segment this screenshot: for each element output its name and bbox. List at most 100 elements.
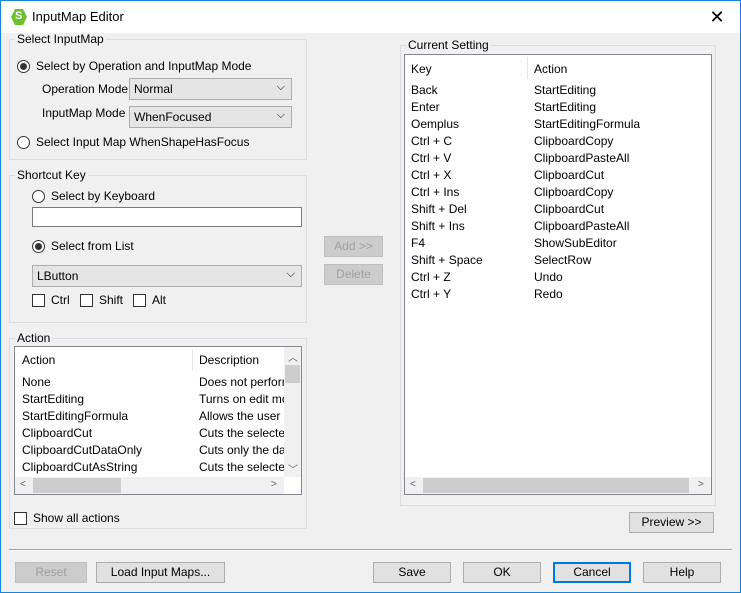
- checkbox-icon: [14, 511, 27, 525]
- scroll-up-icon[interactable]: ︿: [288, 349, 298, 364]
- cell-1: Ctrl + X: [411, 168, 452, 182]
- radio-operation-mode[interactable]: Select by Operation and InputMap Mode: [17, 59, 251, 73]
- cell-1: Oemplus: [411, 117, 460, 131]
- cell-1: Back: [411, 83, 438, 97]
- cell-1: Ctrl + Z: [411, 270, 451, 284]
- scroll-thumb[interactable]: [423, 478, 689, 493]
- cell-2: StartEditing: [534, 100, 597, 114]
- radio-select-by-keyboard[interactable]: Select by Keyboard: [32, 189, 155, 203]
- cell-2: Cuts only the data: [199, 443, 284, 457]
- cell-1: F4: [411, 236, 426, 250]
- chevron-down-icon: ⌵: [286, 268, 295, 280]
- cell-1: ClipboardCut: [22, 426, 93, 440]
- radio-unchecked-icon: [17, 135, 30, 149]
- scroll-right-icon[interactable]: >: [271, 479, 277, 490]
- load-input-maps-button[interactable]: Load Input Maps...: [96, 562, 225, 583]
- cell-2: Does not perform: [199, 375, 284, 389]
- cell-1: Ctrl + Y: [411, 287, 452, 301]
- inputmap-editor-window: S InputMap Editor ✕ Select InputMap Sele…: [0, 0, 741, 593]
- checkbox-label: Show all actions: [33, 511, 120, 525]
- radio-label: Select by Keyboard: [51, 189, 156, 203]
- column-header-key[interactable]: Key: [411, 62, 432, 76]
- cell-2: Cuts the selected: [199, 460, 284, 474]
- column-divider: [527, 57, 528, 79]
- radio-checked-icon: [32, 239, 45, 253]
- reset-button[interactable]: Reset: [15, 562, 87, 583]
- ok-button[interactable]: OK: [463, 562, 541, 583]
- group-label: Select InputMap: [17, 32, 104, 46]
- ctrl-checkbox[interactable]: Ctrl: [32, 293, 70, 307]
- select-value: LButton: [37, 269, 79, 283]
- cell-2: ClipboardCut: [534, 202, 605, 216]
- action-list[interactable]: Action Description None Does not perform S…: [14, 346, 302, 495]
- radio-shape-focus[interactable]: Select Input Map WhenShapeHasFocus: [17, 135, 249, 149]
- cell-1: Enter: [411, 100, 440, 114]
- vertical-scrollbar[interactable]: ︿ ﹀: [284, 347, 301, 477]
- radio-checked-icon: [17, 59, 30, 73]
- operation-mode-label: Operation Mode: [42, 82, 129, 96]
- cell-1: ClipboardCutAsString: [22, 460, 138, 474]
- select-value: WhenFocused: [134, 110, 212, 124]
- cell-2: Cuts the selected: [199, 426, 284, 440]
- cell-2: Undo: [534, 270, 563, 284]
- alt-checkbox[interactable]: Alt: [133, 293, 166, 307]
- cell-1: Ctrl + C: [411, 134, 453, 148]
- select-value: Normal: [134, 82, 173, 96]
- delete-button[interactable]: Delete: [324, 264, 383, 285]
- app-logo-icon: S: [11, 9, 27, 25]
- cell-2: ClipboardPasteAll: [534, 151, 630, 165]
- save-button[interactable]: Save: [373, 562, 451, 583]
- title-bar: S InputMap Editor ✕: [1, 1, 740, 33]
- cell-2: Allows the user to: [199, 409, 284, 423]
- checkbox-icon: [80, 293, 93, 307]
- key-list-select[interactable]: LButton ⌵: [32, 265, 302, 287]
- scroll-left-icon[interactable]: <: [20, 479, 26, 490]
- scroll-down-icon[interactable]: ﹀: [288, 461, 298, 476]
- scroll-thumb[interactable]: [285, 365, 300, 383]
- horizontal-scrollbar[interactable]: < >: [405, 477, 711, 494]
- scroll-thumb[interactable]: [33, 478, 121, 493]
- inputmap-mode-label: InputMap Mode: [42, 106, 126, 120]
- checkbox-label: Ctrl: [51, 293, 70, 307]
- help-button[interactable]: Help: [643, 562, 721, 583]
- chevron-down-icon: ⌵: [276, 109, 285, 121]
- cell-2: StartEditing: [534, 83, 597, 97]
- group-label: Action: [17, 331, 51, 345]
- radio-label: Select from List: [51, 239, 134, 253]
- radio-unchecked-icon: [32, 189, 45, 203]
- cell-2: ClipboardPasteAll: [534, 219, 630, 233]
- chevron-down-icon: ⌵: [276, 81, 285, 93]
- current-setting-list[interactable]: Key Action Back StartEditing Enter StartEdi…: [404, 54, 712, 495]
- group-label: Shortcut Key: [17, 168, 86, 182]
- cell-1: Shift + Space: [411, 253, 483, 267]
- horizontal-scrollbar[interactable]: < >: [15, 477, 284, 494]
- close-button[interactable]: ✕: [694, 1, 740, 33]
- cell-2: Turns on edit mod: [199, 392, 284, 406]
- cell-1: Ctrl + V: [411, 151, 452, 165]
- cell-1: ClipboardCutDataOnly: [22, 443, 143, 457]
- operation-mode-select[interactable]: Normal ⌵: [129, 78, 292, 100]
- cell-1: None: [22, 375, 51, 389]
- cell-1: StartEditingFormula: [22, 409, 129, 423]
- cell-1: StartEditing: [22, 392, 85, 406]
- show-all-actions-checkbox[interactable]: Show all actions: [14, 511, 120, 525]
- separator: [9, 549, 732, 551]
- checkbox-icon: [133, 293, 146, 307]
- cell-2: ClipboardCut: [534, 168, 605, 182]
- cell-2: SelectRow: [534, 253, 592, 267]
- keyboard-input[interactable]: [32, 207, 302, 227]
- group-label: Current Setting: [408, 38, 489, 52]
- scroll-left-icon[interactable]: <: [410, 479, 416, 490]
- cell-2: ClipboardCopy: [534, 134, 614, 148]
- shift-checkbox[interactable]: Shift: [80, 293, 123, 307]
- inputmap-mode-select[interactable]: WhenFocused ⌵: [129, 106, 292, 128]
- cancel-button[interactable]: Cancel: [553, 562, 631, 583]
- cell-2: StartEditingFormula: [534, 117, 641, 131]
- radio-select-from-list[interactable]: Select from List: [32, 239, 134, 253]
- checkbox-icon: [32, 293, 45, 307]
- column-header-action[interactable]: Action: [534, 62, 567, 76]
- preview-button[interactable]: Preview >>: [629, 512, 714, 533]
- scroll-right-icon[interactable]: >: [698, 479, 704, 490]
- cell-1: Ctrl + Ins: [411, 185, 460, 199]
- add-button[interactable]: Add >>: [324, 236, 383, 257]
